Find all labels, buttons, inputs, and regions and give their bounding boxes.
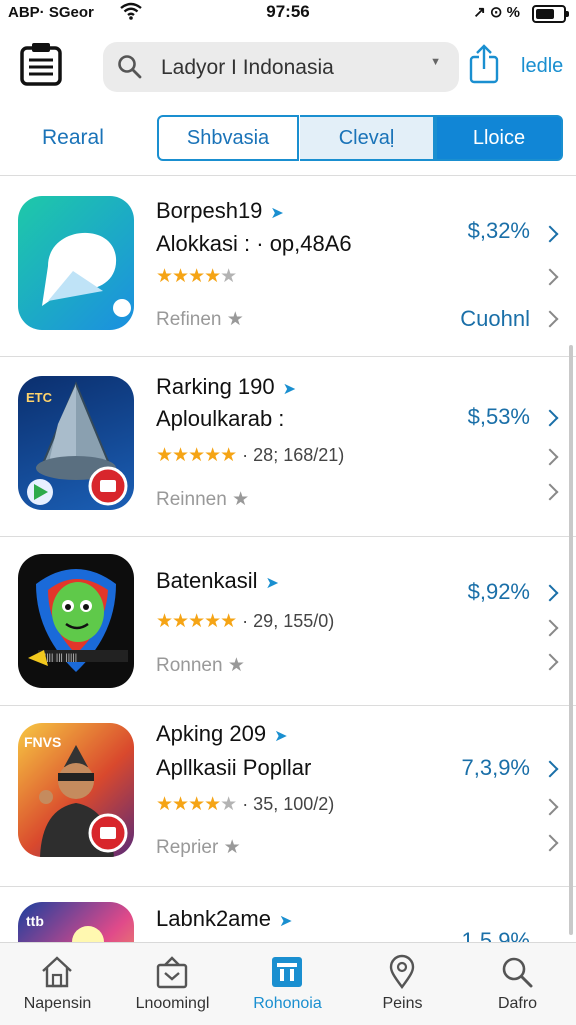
search-icon	[502, 957, 533, 988]
rating-stars: ★★★★★ · 28; 168/21)	[156, 445, 345, 466]
svg-text:ttb: ttb	[26, 913, 44, 929]
app-status: Ronnen	[156, 655, 223, 676]
nav-pins[interactable]: Peins	[345, 943, 460, 1025]
nav-label: Peins	[382, 995, 423, 1012]
chevron-right-icon[interactable]	[541, 409, 559, 427]
app-subtitle: Apllkasii Popllar	[156, 755, 312, 780]
app-title: Rarking 190	[156, 374, 275, 399]
chevron-right-icon[interactable]	[541, 225, 559, 243]
review-count: · 28; 168/21)	[242, 445, 345, 465]
chevron-down-icon: ▼	[430, 56, 441, 68]
chevron-right-icon[interactable]	[541, 619, 559, 637]
teal-chat-app-icon	[18, 196, 134, 330]
apps-icon	[272, 957, 302, 987]
bag-icon	[156, 956, 188, 989]
app-title: Apking 209	[156, 721, 267, 746]
app-price[interactable]: 1.5,9%	[462, 928, 531, 942]
star-icon: ★	[227, 655, 245, 676]
rating-stars: ★★★★★ · 29, 155/0)	[156, 611, 335, 632]
segment-lloice[interactable]: Lloice	[435, 115, 563, 161]
share-icon[interactable]	[469, 44, 499, 84]
chevron-right-icon[interactable]	[541, 834, 559, 852]
status-icons: ↗ ⊙ %	[473, 4, 520, 21]
verified-icon: ➤	[265, 575, 279, 592]
svg-text:FNVS: FNVS	[24, 734, 61, 750]
app-subtitle: Alokkasi : · op,48A6	[156, 231, 352, 256]
app-status: Refinen	[156, 309, 222, 330]
app-price[interactable]: 7,3,9%	[462, 755, 531, 781]
app-subtitle: Aploulkarab :	[156, 406, 285, 431]
review-count: · 35, 100/2)	[242, 794, 335, 814]
verified-icon: ➤	[282, 381, 297, 398]
colorful-game-icon: ttb	[18, 902, 134, 942]
bottom-nav: Napensin Lnoomingl Rohonoia Peins Dafro	[0, 942, 576, 1025]
verified-icon: ➤	[278, 913, 293, 930]
nav-apps[interactable]: Rohonoia	[230, 943, 345, 1025]
review-count: · 29, 155/0)	[242, 611, 335, 631]
app-row[interactable]: |||| ||| ||||| Batenkasil ➤ ★★★★★ · 29, 15…	[0, 536, 576, 704]
clipboard-icon[interactable]	[20, 42, 62, 86]
alien-shield-icon: |||| ||| |||||	[18, 554, 134, 688]
app-price[interactable]: $,53%	[468, 404, 530, 430]
chevron-right-icon[interactable]	[541, 653, 559, 671]
map-pin-icon	[389, 954, 415, 990]
rating-stars: ★★★★★ · 35, 100/2)	[156, 794, 335, 815]
hero-game-icon: FNVS	[18, 723, 134, 857]
app-title: Labnk2ame	[156, 906, 271, 931]
home-icon	[42, 956, 72, 988]
edit-button[interactable]: ledle	[521, 55, 563, 78]
chevron-right-icon[interactable]	[541, 448, 559, 466]
tab-rearal[interactable]: Rearal	[42, 126, 104, 150]
rating-stars: ★★★★★	[156, 266, 237, 287]
search-icon	[118, 55, 142, 79]
nav-home[interactable]: Napensin	[0, 943, 115, 1025]
divider	[0, 356, 576, 357]
verified-icon: ➤	[274, 728, 288, 745]
battery-icon	[532, 5, 569, 23]
app-action[interactable]: Cuohnl	[460, 306, 530, 332]
nav-search[interactable]: Dafro	[460, 943, 575, 1025]
app-title: Borpesh19	[156, 198, 263, 223]
app-row[interactable]: ETC Rarking 190 ➤ Aploulkarab : ★★★★★ · 28…	[0, 358, 576, 526]
app-price[interactable]: $,92%	[468, 579, 530, 605]
chevron-right-icon[interactable]	[541, 310, 559, 328]
star-icon: ★	[226, 309, 244, 330]
nav-label: Napensin	[23, 995, 92, 1012]
segment-cleval[interactable]: Clevaḷ	[300, 115, 435, 161]
app-row[interactable]: Borpesh19 ➤ Alokkasi : · op,48A6 ★★★★★ Re…	[0, 178, 576, 346]
verified-icon: ➤	[270, 205, 284, 222]
app-row[interactable]: ttb Labnk2ame ➤ 1.5,9%	[0, 886, 576, 942]
segment-shbvasia[interactable]: Shbvasia	[157, 115, 299, 161]
search-bar[interactable]: Ladyor I Indonasia ▼	[103, 42, 459, 92]
status-bar: ABP· SGeor 97:56 ↗ ⊙ %	[0, 0, 576, 26]
svg-text:ETC: ETC	[26, 390, 53, 405]
app-status: Reprier	[156, 837, 219, 858]
nav-label: Rohonoia	[253, 995, 322, 1012]
search-input[interactable]: Ladyor I Indonasia	[161, 56, 334, 80]
svg-text:|||| ||| |||||: |||| ||| |||||	[44, 652, 77, 662]
chevron-right-icon[interactable]	[541, 760, 559, 778]
rocket-game-icon: ETC	[18, 376, 134, 510]
nav-upcoming[interactable]: Lnoomingl	[115, 943, 230, 1025]
divider	[0, 175, 576, 176]
scrollbar[interactable]	[569, 345, 573, 935]
chevron-right-icon[interactable]	[541, 584, 559, 602]
star-icon: ★	[223, 837, 241, 858]
chevron-right-icon[interactable]	[541, 268, 559, 286]
app-status: Reinnen	[156, 489, 227, 510]
app-price[interactable]: $,32%	[468, 218, 530, 244]
nav-label: Dafro	[497, 995, 538, 1012]
app-row[interactable]: FNVS Apking 209 ➤ Apllkasii Popllar ★★★★★…	[0, 705, 576, 873]
star-icon: ★	[232, 489, 250, 510]
chevron-right-icon[interactable]	[541, 483, 559, 501]
nav-label: Lnoomingl	[135, 995, 210, 1012]
app-title: Batenkasil	[156, 568, 258, 593]
chevron-right-icon[interactable]	[541, 798, 559, 816]
